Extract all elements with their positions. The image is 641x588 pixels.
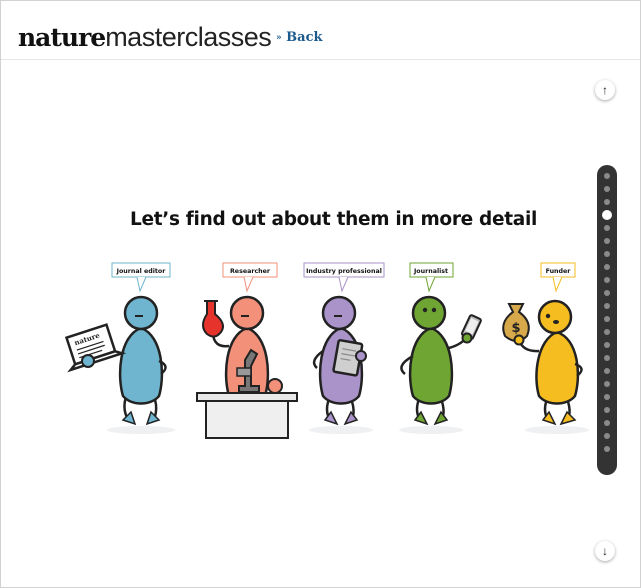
nav-dot[interactable] xyxy=(604,199,610,205)
logo-light-text: masterclasses xyxy=(105,22,272,52)
character-journalist: Journalist xyxy=(399,262,482,434)
nav-dot[interactable] xyxy=(604,342,610,348)
nav-dot[interactable] xyxy=(604,225,610,231)
nav-dot[interactable] xyxy=(604,407,610,413)
character-researcher: Researcher xyxy=(196,262,298,439)
nav-dot[interactable] xyxy=(602,210,612,220)
nav-dot[interactable] xyxy=(604,303,610,309)
label-journal-editor: Journal editor xyxy=(116,268,167,275)
scroll-up-button[interactable]: ↑ xyxy=(595,80,615,100)
slide-navigation xyxy=(597,165,617,475)
nav-dot[interactable] xyxy=(604,186,610,192)
nav-dot[interactable] xyxy=(604,329,610,335)
character-funder: Funder $ xyxy=(502,262,589,434)
money-bag-symbol: $ xyxy=(511,321,520,336)
nav-dot[interactable] xyxy=(604,251,610,257)
label-journalist: Journalist xyxy=(413,268,448,275)
character-industry-professional: Industry professional xyxy=(303,262,385,434)
arrow-up-icon: ↑ xyxy=(602,83,608,97)
nav-dot[interactable] xyxy=(604,420,610,426)
nav-dot[interactable] xyxy=(604,316,610,322)
nature-masterclasses-logo[interactable]: naturemasterclasses xyxy=(18,22,272,52)
nav-dot[interactable] xyxy=(604,433,610,439)
scroll-down-button[interactable]: ↓ xyxy=(595,541,615,561)
header: naturemasterclasses » Back xyxy=(1,1,640,60)
nav-dot[interactable] xyxy=(604,394,610,400)
label-researcher: Researcher xyxy=(230,268,271,275)
nav-dot[interactable] xyxy=(604,355,610,361)
back-label: Back xyxy=(286,30,323,45)
slide-headline: Let’s find out about them in more detail xyxy=(129,209,538,230)
nav-dot[interactable] xyxy=(604,264,610,270)
nav-dot[interactable] xyxy=(604,238,610,244)
nav-dot[interactable] xyxy=(604,277,610,283)
label-industry-professional: Industry professional xyxy=(306,268,382,275)
nav-dot[interactable] xyxy=(604,173,610,179)
nav-dot[interactable] xyxy=(604,381,610,387)
page-frame: naturemasterclasses » Back ↑ Let’s find … xyxy=(0,0,641,588)
character-journal-editor: Journal editor nature xyxy=(64,262,175,434)
logo-bold-text: nature xyxy=(18,23,106,52)
nav-dot[interactable] xyxy=(604,446,610,452)
nav-dot[interactable] xyxy=(604,368,610,374)
back-arrow-icon: » xyxy=(276,33,282,43)
arrow-down-icon: ↓ xyxy=(602,544,608,558)
label-funder: Funder xyxy=(546,268,572,275)
characters-illustration: Journal editor nature Researcher Industr… xyxy=(64,262,589,439)
back-link[interactable]: » Back xyxy=(276,30,323,45)
nav-dot[interactable] xyxy=(604,290,610,296)
